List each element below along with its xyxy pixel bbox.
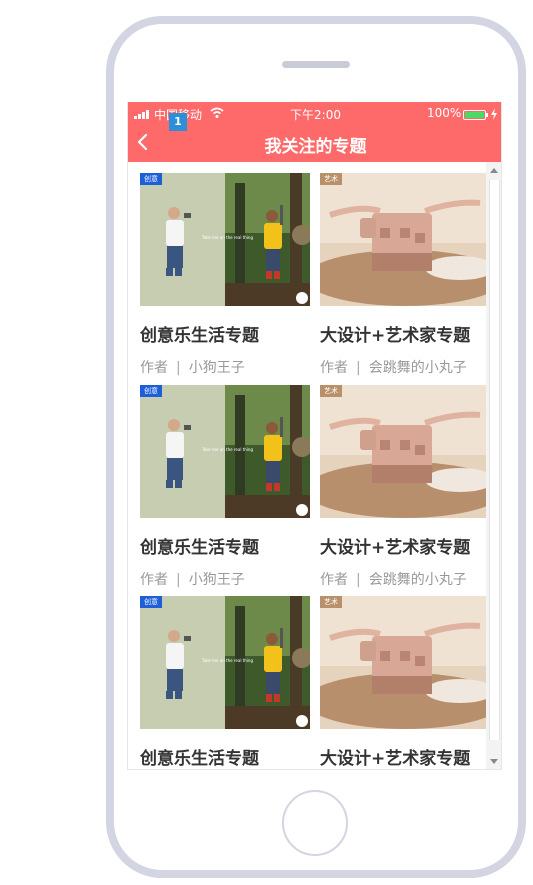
image-caption: Take me on the real thing (201, 447, 253, 452)
topic-title: 创意乐生活专题 (140, 749, 259, 769)
topic-meta: 作者 | 会跳舞的小丸子 (320, 569, 467, 589)
topic-title: 大设计+艺术家专题 (320, 538, 471, 558)
author-separator: | (176, 572, 181, 588)
phone-speaker (282, 61, 350, 68)
topic-title: 创意乐生活专题 (140, 326, 259, 346)
topic-grid: Take me on the real thing 创意 创意乐生活专题 作者 |… (128, 162, 486, 769)
topic-image-kids: Take me on the real thing 创意 (140, 596, 310, 729)
author-label: 作者 (320, 360, 348, 376)
topic-meta: 作者 | 小狗王子 (140, 357, 245, 377)
topic-meta: 作者 | 会跳舞的小丸子 (320, 357, 467, 377)
author-name: 会跳舞的小丸子 (368, 572, 467, 588)
topic-image-sculpture: 艺术 (320, 173, 486, 306)
author-separator: | (176, 360, 181, 376)
image-caption: Take me on the real thing (201, 235, 253, 240)
app-screen: 中国移动 1 下午2:00 100% 我关注的专题 (127, 102, 502, 770)
author-name: 小狗王子 (188, 572, 245, 588)
topic-image-sculpture: 艺术 (320, 385, 486, 518)
topic-title: 大设计+艺术家专题 (320, 749, 471, 769)
scroll-up-icon[interactable] (490, 168, 498, 173)
topic-image-sculpture: 艺术 (320, 596, 486, 729)
header: 中国移动 1 下午2:00 100% 我关注的专题 (128, 102, 501, 162)
topic-image-kids: Take me on the real thing 创意 (140, 173, 310, 306)
battery-percent: 100% (427, 106, 462, 120)
topic-title: 大设计+艺术家专题 (320, 326, 471, 346)
author-name: 会跳舞的小丸子 (368, 360, 467, 376)
author-name: 小狗王子 (188, 360, 245, 376)
author-label: 作者 (140, 572, 168, 588)
author-separator: | (356, 360, 361, 376)
topic-tag: 艺术 (320, 385, 342, 397)
author-separator: | (356, 572, 361, 588)
topic-tag: 艺术 (320, 173, 342, 185)
charging-icon (491, 108, 497, 120)
topic-tag: 创意 (140, 385, 162, 397)
topic-image-kids: Take me on the real thing 创意 (140, 385, 310, 518)
scroll-down-icon[interactable] (490, 759, 498, 764)
topic-title: 创意乐生活专题 (140, 538, 259, 558)
topic-tag: 创意 (140, 596, 162, 608)
status-bar: 中国移动 1 下午2:00 100% (128, 102, 501, 131)
topic-meta: 作者 | 小狗王子 (140, 569, 245, 589)
scrollbar[interactable] (486, 162, 501, 769)
image-caption: Take me on the real thing (201, 658, 253, 663)
scroll-thumb[interactable] (489, 180, 500, 740)
author-label: 作者 (140, 360, 168, 376)
topic-tag: 艺术 (320, 596, 342, 608)
topic-tag: 创意 (140, 173, 162, 185)
battery-icon (463, 110, 488, 120)
author-label: 作者 (320, 572, 348, 588)
page-title: 我关注的专题 (264, 137, 367, 157)
home-button[interactable] (282, 790, 348, 856)
